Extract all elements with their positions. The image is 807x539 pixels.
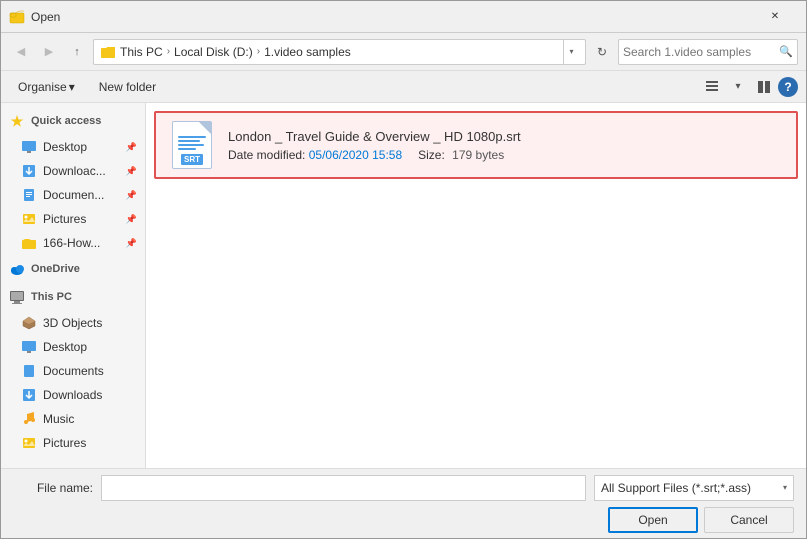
view-pane-button[interactable] xyxy=(752,75,776,99)
folder-icon xyxy=(100,44,116,60)
search-icon: 🔍 xyxy=(779,45,793,58)
sidebar-section-thispc[interactable]: This PC xyxy=(1,283,145,311)
sidebar-item-downloads-quick[interactable]: Downloac... 📌 xyxy=(1,159,145,183)
documents-icon xyxy=(21,363,37,379)
breadcrumb-sep2: › xyxy=(257,46,260,57)
pin-icon2: 📌 xyxy=(126,166,137,177)
filename-row: File name: All Support Files (*.srt;*.as… xyxy=(13,475,794,501)
sidebar-item-downloads[interactable]: Downloads xyxy=(1,383,145,407)
up-button[interactable]: ↑ xyxy=(65,40,89,64)
file-name: London _ Travel Guide & Overview _ HD 10… xyxy=(228,129,784,144)
sidebar-item-documents[interactable]: Documents xyxy=(1,359,145,383)
sidebar-item-documents-quick[interactable]: Documen... 📌 xyxy=(1,183,145,207)
search-input[interactable] xyxy=(623,45,779,59)
music-icon xyxy=(21,411,37,427)
sidebar: ★ Quick access Desktop 📌 Downloac... 📌 xyxy=(1,103,146,468)
new-folder-button[interactable]: New folder xyxy=(90,75,165,99)
filename-input[interactable] xyxy=(101,475,586,501)
sidebar-item-music[interactable]: Music xyxy=(1,407,145,431)
pin-icon: 📌 xyxy=(126,142,137,153)
sidebar-item-desktop-quick[interactable]: Desktop 📌 xyxy=(1,135,145,159)
breadcrumb-part1[interactable]: This PC xyxy=(120,45,163,59)
pictures-quick-icon xyxy=(21,211,37,227)
sidebar-section-quickaccess: ★ Quick access xyxy=(1,107,145,135)
view-dropdown-button[interactable]: ▾ xyxy=(726,75,750,99)
view-details-button[interactable] xyxy=(700,75,724,99)
srt-file-icon: SRT xyxy=(172,121,212,169)
file-meta: Date modified: 05/06/2020 15:58 Size: 17… xyxy=(228,148,784,162)
bottom-bar: File name: All Support Files (*.srt;*.as… xyxy=(1,468,806,538)
help-button[interactable]: ? xyxy=(778,77,798,97)
quickaccess-icon: ★ xyxy=(9,113,25,129)
sidebar-item-3dobjects[interactable]: 3D Objects xyxy=(1,311,145,335)
pictures-icon xyxy=(21,435,37,451)
toolbar2-right: ▾ ? xyxy=(700,75,798,99)
filetype-text: All Support Files (*.srt;*.ass) xyxy=(601,481,751,495)
sidebar-item-pictures-quick[interactable]: Pictures 📌 xyxy=(1,207,145,231)
sidebar-item-desktop[interactable]: Desktop xyxy=(1,335,145,359)
folder-166-icon xyxy=(21,235,37,251)
pin-icon3: 📌 xyxy=(126,190,137,201)
titlebar-left: Open xyxy=(9,9,60,25)
documents-quick-icon xyxy=(21,187,37,203)
file-area[interactable]: SRT London _ Travel Guide & Overview _ H… xyxy=(146,103,806,468)
titlebar-title: Open xyxy=(31,10,60,24)
open-button[interactable]: Open xyxy=(608,507,698,533)
refresh-button[interactable]: ↻ xyxy=(590,40,614,64)
sidebar-item-166how[interactable]: 166-How... 📌 xyxy=(1,231,145,255)
sidebar-item-pictures[interactable]: Pictures xyxy=(1,431,145,455)
srt-label: SRT xyxy=(181,154,203,165)
breadcrumb-sep1: › xyxy=(167,46,170,57)
sidebar-section-onedrive[interactable]: OneDrive xyxy=(1,255,145,283)
titlebar: Open ✕ xyxy=(1,1,806,33)
organise-toolbar: Organise ▾ New folder ▾ ? xyxy=(1,71,806,103)
onedrive-icon xyxy=(9,261,25,277)
downloads-quick-icon xyxy=(21,163,37,179)
pin-icon5: 📌 xyxy=(126,238,137,249)
desktop-quick-icon xyxy=(21,139,37,155)
breadcrumb-part2[interactable]: Local Disk (D:) xyxy=(174,45,253,59)
3dobjects-icon xyxy=(21,315,37,331)
buttons-row: Open Cancel xyxy=(13,507,794,533)
forward-button[interactable]: ▶ xyxy=(37,40,61,64)
navigation-toolbar: ◀ ▶ ↑ This PC › Local Disk (D:) › 1.vide… xyxy=(1,33,806,71)
organise-button[interactable]: Organise ▾ xyxy=(9,75,84,99)
cancel-button[interactable]: Cancel xyxy=(704,507,794,533)
filetype-dropdown-arrow: ▾ xyxy=(783,483,787,492)
breadcrumb-dropdown[interactable]: ▾ xyxy=(563,39,579,65)
file-item[interactable]: SRT London _ Travel Guide & Overview _ H… xyxy=(154,111,798,179)
breadcrumb-part3[interactable]: 1.video samples xyxy=(264,45,351,59)
dialog-buttons: Open Cancel xyxy=(608,507,794,533)
back-button[interactable]: ◀ xyxy=(9,40,33,64)
search-box[interactable]: 🔍 xyxy=(618,39,798,65)
file-details: London _ Travel Guide & Overview _ HD 10… xyxy=(228,129,784,162)
file-date: Date modified: 05/06/2020 15:58 xyxy=(228,148,402,162)
filename-label: File name: xyxy=(13,481,93,495)
downloads-icon xyxy=(21,387,37,403)
pin-icon4: 📌 xyxy=(126,214,137,225)
open-dialog: Open ✕ ◀ ▶ ↑ This PC › Local Disk (D:) ›… xyxy=(0,0,807,539)
file-size: Size: 179 bytes xyxy=(418,148,504,162)
file-icon-container: SRT xyxy=(168,121,216,169)
main-area: ★ Quick access Desktop 📌 Downloac... 📌 xyxy=(1,103,806,468)
filetype-dropdown[interactable]: All Support Files (*.srt;*.ass) ▾ xyxy=(594,475,794,501)
breadcrumb-bar[interactable]: This PC › Local Disk (D:) › 1.video samp… xyxy=(93,39,586,65)
dialog-icon xyxy=(9,9,25,25)
thispc-icon xyxy=(9,289,25,305)
desktop-icon xyxy=(21,339,37,355)
close-button[interactable]: ✕ xyxy=(752,1,798,33)
